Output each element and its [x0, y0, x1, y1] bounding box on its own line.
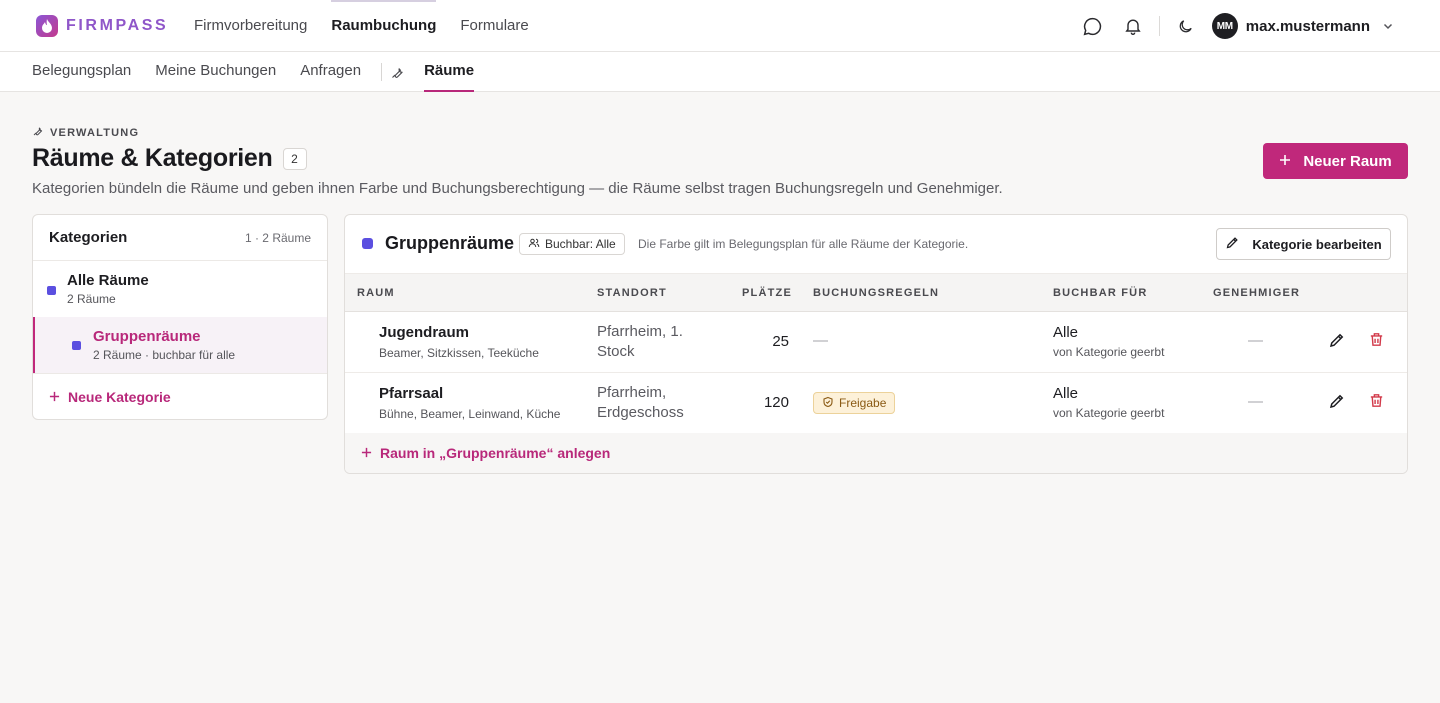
- bell-icon[interactable]: [1121, 14, 1145, 38]
- page-title-text: Räume & Kategorien: [32, 144, 273, 172]
- room-seats: 120: [763, 394, 789, 411]
- room-approver: —: [1248, 393, 1263, 410]
- category-name: Alle Räume: [67, 272, 149, 289]
- nav-raumbuchung[interactable]: Raumbuchung: [331, 0, 437, 52]
- sub-nav: Belegungsplan Meine Buchungen Anfragen R…: [0, 52, 1440, 92]
- eyebrow: VERWALTUNG: [32, 125, 139, 140]
- subnav-belegungsplan[interactable]: Belegungsplan: [32, 52, 131, 92]
- room-name: Jugendraum: [379, 324, 470, 341]
- add-room-button[interactable]: Raum in „Gruppenräume“ anlegen: [345, 433, 1407, 473]
- room-location: Pfarrheim, Erdgeschoss: [597, 384, 684, 421]
- categories-panel: Kategorien 1 · 2 Räume Alle Räume 2 Räum…: [32, 214, 328, 420]
- page-title: Räume & Kategorien 2: [32, 144, 307, 173]
- avatar[interactable]: MM: [1211, 13, 1238, 39]
- category-color-dot: [72, 341, 81, 350]
- trash-icon[interactable]: [1368, 331, 1388, 351]
- room-name: Pfarrsaal: [379, 385, 444, 402]
- wrench-icon: [32, 125, 44, 140]
- category-detail-panel: Gruppenräume Buchbar: Alle Die Farbe gil…: [344, 214, 1408, 474]
- col-standort[interactable]: STANDORT: [597, 287, 667, 299]
- nav-firmvorbereitung[interactable]: Firmvorbereitung: [194, 0, 307, 52]
- shield-check-icon: [822, 396, 834, 411]
- bookable-badge: Buchbar: Alle: [519, 233, 625, 255]
- category-detail-header: Gruppenräume Buchbar: Alle Die Farbe gil…: [345, 215, 1407, 273]
- chevron-down-icon[interactable]: [1376, 14, 1400, 38]
- category-gruppenraeume[interactable]: Gruppenräume 2 Räume · buchbar für alle: [33, 317, 327, 373]
- categories-title: Kategorien: [49, 229, 128, 246]
- category-sub: 2 Räume · buchbar für alle: [93, 348, 236, 362]
- categories-summary: 1 · 2 Räume: [244, 230, 311, 245]
- divider: [1158, 16, 1160, 36]
- room-bookable: Alle: [1053, 324, 1079, 341]
- trash-icon[interactable]: [1368, 392, 1388, 412]
- category-color-dot: [362, 238, 373, 249]
- col-raum[interactable]: RAUM: [357, 287, 395, 299]
- main-nav: Firmvorbereitung Raumbuchung Formulare: [194, 0, 553, 52]
- room-location: Pfarrheim, 1. Stock: [597, 323, 683, 360]
- category-hint: Die Farbe gilt im Belegungsplan für alle…: [638, 237, 969, 251]
- edit-category-label: Kategorie bearbeiten: [1252, 236, 1382, 252]
- col-buchbar-fuer[interactable]: BUCHBAR FÜR: [1053, 287, 1147, 299]
- logo[interactable]: FIRMPASS: [36, 14, 168, 38]
- new-room-button[interactable]: Neuer Raum: [1263, 143, 1408, 179]
- room-bookable-sub: von Kategorie geerbt: [1053, 345, 1165, 359]
- new-category-button[interactable]: Neue Kategorie: [33, 373, 327, 419]
- brand-name: FIRMPASS: [66, 17, 169, 34]
- subnav-anfragen[interactable]: Anfragen: [300, 52, 361, 92]
- approval-badge: Freigabe: [813, 392, 896, 414]
- table-header: RAUM STANDORT PLÄTZE BUCHUNGSREGELN BUCH…: [345, 273, 1407, 312]
- category-all-rooms[interactable]: Alle Räume 2 Räume: [33, 261, 327, 317]
- col-genehmiger[interactable]: GENEHMIGER: [1213, 287, 1300, 299]
- new-room-label: Neuer Raum: [1303, 152, 1392, 170]
- category-detail-title: Gruppenräume: [385, 233, 515, 253]
- room-seats: 25: [772, 333, 789, 350]
- top-bar: FIRMPASS Firmvorbereitung Raumbuchung Fo…: [0, 0, 1440, 52]
- new-category-label: Neue Kategorie: [68, 388, 171, 405]
- bookable-badge-label: Buchbar: Alle: [545, 237, 616, 251]
- nav-formulare[interactable]: Formulare: [460, 0, 528, 52]
- wrench-icon: [390, 64, 406, 80]
- room-approver: —: [1248, 332, 1263, 349]
- top-right-actions: MM max.mustermann: [1081, 0, 1400, 52]
- subnav-meine-buchungen[interactable]: Meine Buchungen: [155, 52, 276, 92]
- flame-logo-icon: [36, 15, 58, 37]
- moon-icon[interactable]: [1174, 14, 1198, 38]
- page-subtitle: Kategorien bündeln die Räume und geben i…: [32, 180, 1003, 197]
- col-buchungsregeln[interactable]: BUCHUNGSREGELN: [813, 287, 939, 299]
- subnav-raeume[interactable]: Räume: [424, 52, 475, 92]
- username[interactable]: max.mustermann: [1246, 18, 1370, 35]
- plus-icon: [361, 445, 372, 461]
- plus-icon: [1279, 153, 1291, 170]
- approval-badge-label: Freigabe: [839, 396, 887, 410]
- category-color-dot: [47, 286, 56, 295]
- category-sub: 2 Räume: [67, 292, 116, 306]
- room-bookable-sub: von Kategorie geerbt: [1053, 406, 1165, 420]
- pencil-icon[interactable]: [1328, 392, 1348, 412]
- table-row[interactable]: Jugendraum Beamer, Sitzkissen, Teeküche …: [345, 312, 1407, 373]
- table-row[interactable]: Pfarrsaal Bühne, Beamer, Leinwand, Küche…: [345, 373, 1407, 434]
- col-plaetze[interactable]: PLÄTZE: [742, 287, 792, 299]
- room-features: Bühne, Beamer, Leinwand, Küche: [379, 407, 561, 421]
- eyebrow-label: VERWALTUNG: [50, 126, 140, 139]
- category-name: Gruppenräume: [93, 328, 201, 345]
- room-features: Beamer, Sitzkissen, Teeküche: [379, 346, 539, 360]
- plus-icon: [49, 389, 60, 405]
- edit-category-button[interactable]: Kategorie bearbeiten: [1216, 228, 1391, 260]
- categories-header: Kategorien 1 · 2 Räume: [33, 215, 327, 261]
- count-badge: 2: [282, 147, 307, 170]
- add-room-label: Raum in „Gruppenräume“ anlegen: [380, 445, 611, 461]
- pencil-icon: [1225, 235, 1240, 253]
- users-icon: [528, 237, 540, 252]
- room-rule: —: [813, 332, 828, 349]
- chat-icon[interactable]: [1081, 14, 1105, 38]
- subnav-divider: [381, 63, 383, 81]
- room-bookable: Alle: [1053, 385, 1079, 402]
- pencil-icon[interactable]: [1328, 331, 1348, 351]
